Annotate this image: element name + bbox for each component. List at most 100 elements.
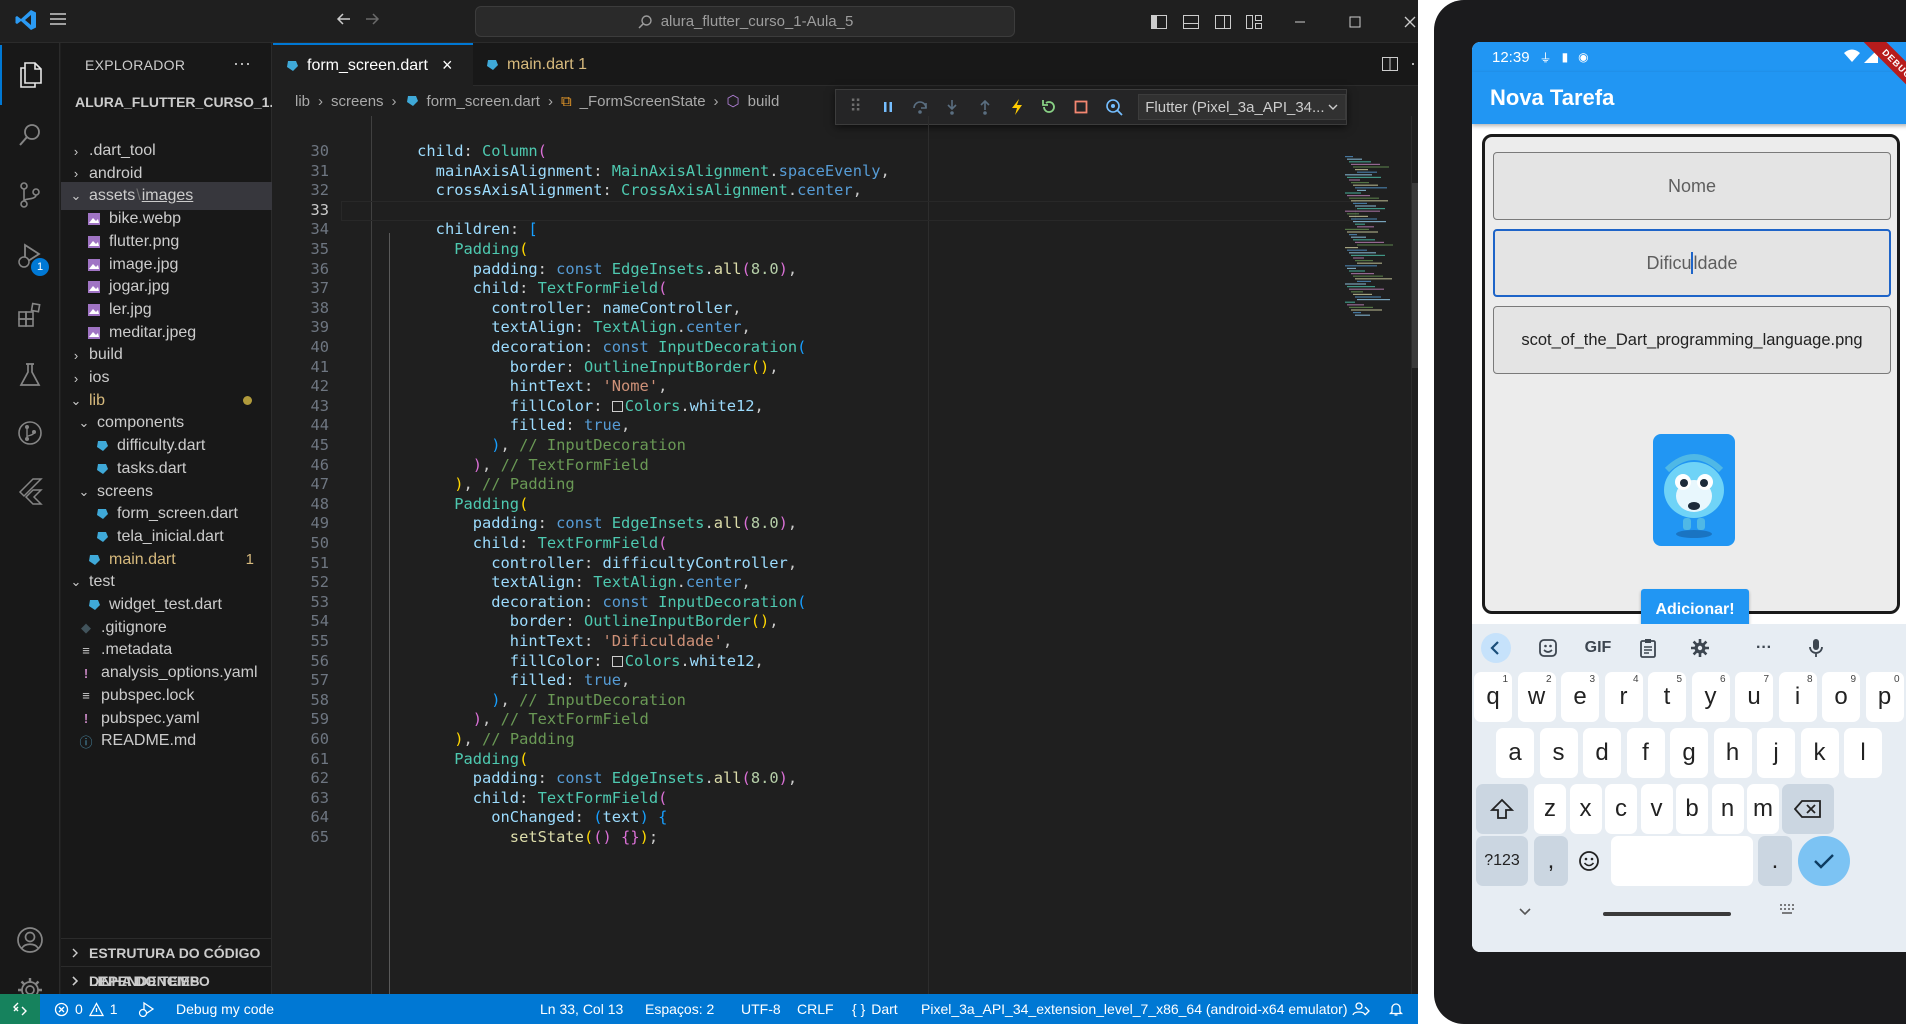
- code-line[interactable]: 44 filled: true,: [273, 416, 1393, 436]
- close-tab-icon[interactable]: ×: [442, 55, 453, 76]
- debug-indicator[interactable]: Debug my code: [138, 994, 274, 1024]
- code-line[interactable]: 40 decoration: const InputDecoration(: [273, 338, 1393, 358]
- code-line[interactable]: 32 crossAxisAlignment: CrossAxisAlignmen…: [273, 181, 1393, 201]
- clipboard-icon[interactable]: [1630, 630, 1666, 666]
- period-key[interactable]: .: [1758, 836, 1792, 886]
- language-mode[interactable]: { } Dart: [852, 994, 898, 1024]
- code-line[interactable]: 62 padding: const EdgeInsets.all(8.0),: [273, 769, 1393, 789]
- key-r[interactable]: r4: [1604, 672, 1643, 722]
- code-line[interactable]: 34 children: [: [273, 220, 1393, 240]
- key-n[interactable]: n: [1711, 784, 1744, 834]
- toggle-secondary-sidebar-icon[interactable]: [1209, 8, 1237, 36]
- code-line[interactable]: 46 ), // TextFormField: [273, 456, 1393, 476]
- tree-item-readme-md[interactable]: ⓘ README.md: [61, 727, 272, 755]
- breadcrumb-item[interactable]: build: [748, 93, 780, 110]
- key-j[interactable]: j: [1757, 728, 1795, 778]
- color-swatch[interactable]: [611, 400, 623, 412]
- code-line[interactable]: 39 textAlign: TextAlign.center,: [273, 318, 1393, 338]
- key-i[interactable]: i8: [1778, 672, 1817, 722]
- code-line[interactable]: 60 ), // Padding: [273, 730, 1393, 750]
- code-line[interactable]: 37 child: TextFormField(: [273, 279, 1393, 299]
- toggle-primary-sidebar-icon[interactable]: [1145, 8, 1173, 36]
- explorer-files-icon[interactable]: [0, 45, 60, 105]
- key-a[interactable]: a: [1496, 728, 1534, 778]
- toggle-panel-icon[interactable]: [1177, 8, 1205, 36]
- key-k[interactable]: k: [1800, 728, 1839, 778]
- extensions-icon[interactable]: [0, 285, 60, 345]
- problems-indicator[interactable]: 0 1: [54, 994, 118, 1024]
- microphone-icon[interactable]: [1798, 630, 1834, 666]
- key-u[interactable]: u7: [1735, 672, 1773, 722]
- key-e[interactable]: e3: [1561, 672, 1599, 722]
- code-line[interactable]: 35 Padding(: [273, 240, 1393, 260]
- split-editor-icon[interactable]: [1381, 55, 1399, 78]
- enter-check-key[interactable]: [1798, 836, 1850, 886]
- code-line[interactable]: 64 onChanged: (text) {: [273, 808, 1393, 828]
- difficulty-field[interactable]: Dificu ldade: [1493, 229, 1891, 297]
- key-t[interactable]: t5: [1648, 672, 1686, 722]
- key-s[interactable]: s: [1539, 728, 1578, 778]
- sticker-icon[interactable]: [1530, 630, 1566, 666]
- search-icon[interactable]: [0, 105, 60, 165]
- hide-keyboard-chevron-icon[interactable]: [1518, 904, 1532, 922]
- code-line[interactable]: 53 decoration: const InputDecoration(: [273, 593, 1393, 613]
- code-line[interactable]: 42 hintText: 'Nome',: [273, 377, 1393, 397]
- testing-flask-icon[interactable]: [0, 345, 60, 405]
- code-line[interactable]: 65 setState(() {});: [273, 828, 1393, 848]
- minimap[interactable]: [1335, 116, 1420, 316]
- flutter-icon[interactable]: [0, 461, 60, 521]
- command-center-search[interactable]: alura_flutter_curso_1-Aula_5: [475, 6, 1015, 37]
- code-line[interactable]: 33: [273, 201, 1393, 221]
- breadcrumb-item[interactable]: form_screen.dart: [427, 93, 540, 110]
- code-editor[interactable]: 30 child: Column(31 mainAxisAlignment: M…: [273, 116, 1418, 994]
- forward-arrow-icon[interactable]: [362, 9, 382, 35]
- gif-button[interactable]: GIF: [1580, 630, 1616, 666]
- key-c[interactable]: c: [1605, 784, 1637, 834]
- key-p[interactable]: p0: [1865, 672, 1904, 722]
- more-actions-icon[interactable]: ···: [233, 53, 251, 74]
- breadcrumb-item[interactable]: _FormScreenState: [580, 93, 706, 110]
- code-line[interactable]: 47 ), // Padding: [273, 475, 1393, 495]
- code-line[interactable]: 31 mainAxisAlignment: MainAxisAlignment.…: [273, 162, 1393, 182]
- code-line[interactable]: 50 child: TextFormField(: [273, 534, 1393, 554]
- key-q[interactable]: q1: [1474, 672, 1512, 722]
- code-line[interactable]: 45 ), // InputDecoration: [273, 436, 1393, 456]
- code-line[interactable]: 41 border: OutlineInputBorder(),: [273, 358, 1393, 378]
- device-selector[interactable]: Pixel_3a_API_34_extension_level_7_x86_64…: [921, 994, 1348, 1024]
- key-v[interactable]: v: [1640, 784, 1673, 834]
- code-line[interactable]: 59 ), // TextFormField: [273, 710, 1393, 730]
- more-options-icon[interactable]: ···: [1746, 630, 1782, 666]
- key-b[interactable]: b: [1676, 784, 1708, 834]
- code-line[interactable]: 57 filled: true,: [273, 671, 1393, 691]
- key-f[interactable]: f: [1626, 728, 1665, 778]
- encoding[interactable]: UTF-8: [741, 994, 781, 1024]
- remote-indicator[interactable]: [0, 994, 40, 1024]
- maximize-icon[interactable]: [1341, 8, 1369, 36]
- code-line[interactable]: 56 fillColor: Colors.white12,: [273, 652, 1393, 672]
- workspace-root[interactable]: ALURA_FLUTTER_CURSO_1...: [61, 89, 272, 115]
- indentation[interactable]: Espaços: 2: [645, 994, 714, 1024]
- code-line[interactable]: 36 padding: const EdgeInsets.all(8.0),: [273, 260, 1393, 280]
- section-dependencies[interactable]: DEPENDENCIES: [61, 966, 272, 994]
- key-z[interactable]: z: [1534, 784, 1566, 834]
- minimize-icon[interactable]: [1286, 8, 1314, 36]
- breadcrumb-item[interactable]: screens: [331, 93, 384, 110]
- customize-layout-icon[interactable]: [1240, 8, 1268, 36]
- git-graph-icon[interactable]: [0, 403, 60, 463]
- key-o[interactable]: o9: [1822, 672, 1860, 722]
- menu-icon[interactable]: [47, 8, 69, 36]
- key-l[interactable]: l: [1844, 728, 1882, 778]
- tab-form-screen[interactable]: form_screen.dart ×: [273, 43, 473, 86]
- section-outline[interactable]: ESTRUTURA DO CÓDIGO: [61, 938, 272, 966]
- backspace-key[interactable]: [1782, 784, 1834, 834]
- emoji-key[interactable]: [1572, 836, 1606, 886]
- symbols-key[interactable]: ?123: [1476, 836, 1528, 886]
- breadcrumb-item[interactable]: lib: [295, 93, 310, 110]
- run-debug-icon[interactable]: 1: [0, 225, 60, 285]
- name-field[interactable]: Nome: [1493, 152, 1891, 220]
- key-d[interactable]: d: [1583, 728, 1621, 778]
- home-gesture-bar[interactable]: [1603, 912, 1731, 916]
- back-arrow-icon[interactable]: [334, 9, 354, 35]
- code-line[interactable]: 48 Padding(: [273, 495, 1393, 515]
- code-line[interactable]: 55 hintText: 'Dificuldade',: [273, 632, 1393, 652]
